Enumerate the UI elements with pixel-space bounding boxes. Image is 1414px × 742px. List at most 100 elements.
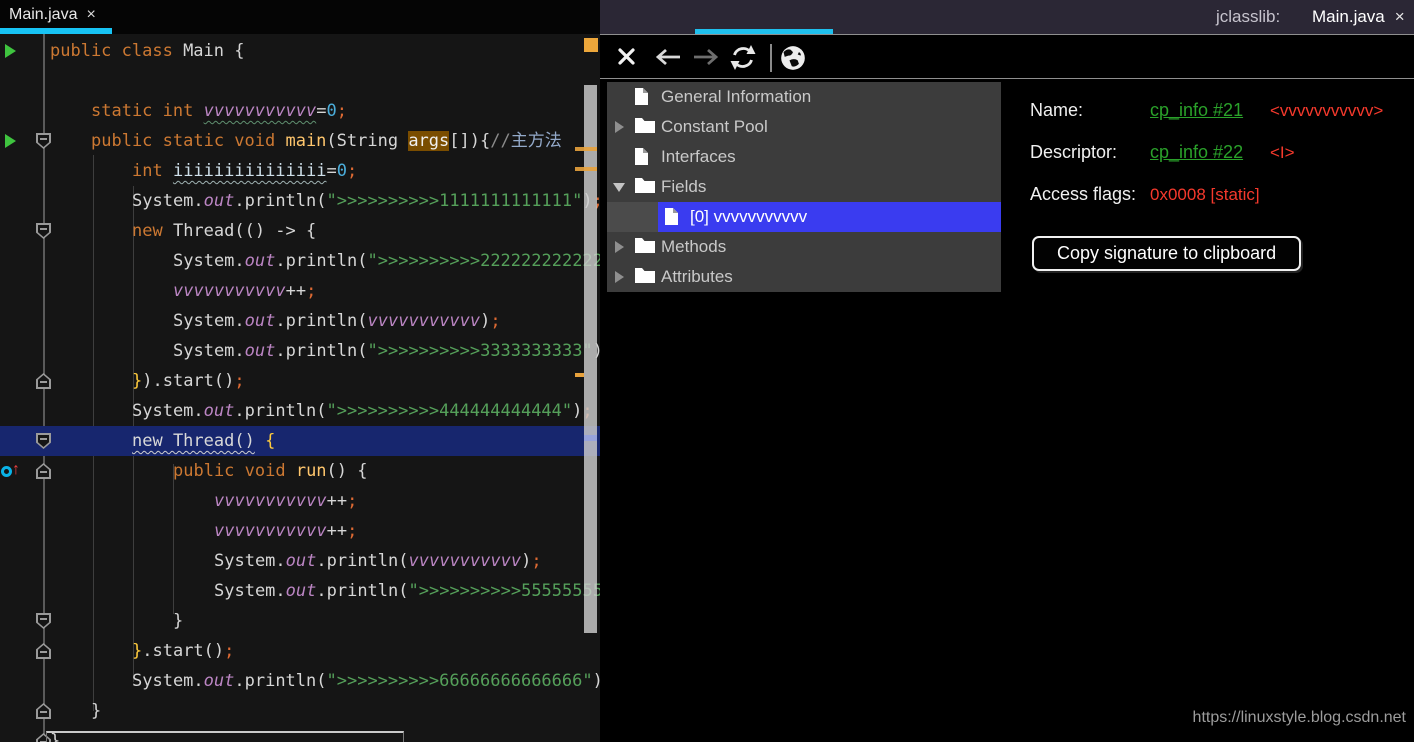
- tab-close-icon[interactable]: ×: [86, 6, 95, 23]
- copy-signature-button[interactable]: Copy signature to clipboard: [1032, 236, 1302, 271]
- code-token: }: [132, 371, 143, 391]
- tab-close-icon[interactable]: ×: [1395, 7, 1405, 26]
- globe-icon[interactable]: [780, 45, 806, 76]
- close-icon[interactable]: [617, 47, 636, 71]
- code-token: vvvvvvvvvvv: [367, 311, 481, 331]
- tree-item-methods[interactable]: Methods: [607, 232, 1001, 262]
- code-line[interactable]: public static void main(String args[]){/…: [91, 126, 562, 156]
- run-gutter-icon[interactable]: [5, 44, 16, 58]
- code-token: () {: [326, 461, 368, 481]
- code-line[interactable]: new Thread() {: [132, 426, 275, 456]
- constant-pool-link-descriptor[interactable]: cp_info #22: [1150, 142, 1243, 163]
- code-editing-area[interactable]: public class Main { static int vvvvvvvvvv…: [0, 34, 600, 742]
- code-token: ): [480, 311, 491, 331]
- tab-title: Main.java: [9, 6, 78, 23]
- jclasslib-tab-main-java[interactable]: Main.java ×: [1312, 7, 1405, 27]
- run-gutter-icon[interactable]: [5, 134, 16, 148]
- tree-row-gutter: [607, 202, 658, 232]
- code-line[interactable]: new Thread(() -> {: [132, 216, 316, 246]
- code-line[interactable]: }: [91, 696, 101, 726]
- access-flags-value: 0x0008 [static]: [1150, 185, 1260, 204]
- constant-pool-link-name[interactable]: cp_info #21: [1150, 100, 1243, 121]
- code-line[interactable]: System.out.println(">>>>>>>>>>6666666666…: [132, 666, 600, 696]
- code-line[interactable]: }).start();: [132, 366, 245, 396]
- tree-item-constant-pool[interactable]: Constant Pool: [607, 112, 1001, 142]
- code-token: out: [244, 251, 276, 271]
- refresh-icon[interactable]: [729, 44, 757, 76]
- forward-arrow-icon[interactable]: [691, 47, 723, 72]
- code-line[interactable]: vvvvvvvvvvv++;: [173, 276, 316, 306]
- code-token: }: [132, 641, 143, 661]
- error-stripe-mark[interactable]: [575, 167, 597, 171]
- code-token: vvvvvvvvvvv: [408, 551, 522, 571]
- code-line[interactable]: System.out.println(">>>>>>>>>>3333333333…: [173, 336, 600, 366]
- code-token: ;: [490, 311, 501, 331]
- code-token: .println(: [234, 191, 327, 211]
- tree-item-general-information[interactable]: General Information: [607, 82, 1001, 112]
- fold-open-gutter-icon[interactable]: [36, 613, 51, 629]
- code-token: vvvvvvvvvvv: [173, 281, 286, 301]
- override-marker-icon[interactable]: [1, 466, 12, 477]
- fold-open-gutter-icon[interactable]: [36, 133, 51, 149]
- code-token: out: [203, 191, 235, 211]
- chevron-right-icon[interactable]: [615, 271, 624, 283]
- caret-position-mark: [584, 435, 597, 441]
- fold-close-gutter-icon[interactable]: [36, 703, 51, 719]
- chevron-right-icon[interactable]: [615, 241, 624, 253]
- code-token: .println(: [234, 401, 327, 421]
- tree-item-label: Fields: [661, 177, 707, 196]
- tree-item-interfaces[interactable]: Interfaces: [607, 142, 1001, 172]
- code-token: ;: [347, 491, 358, 511]
- code-token: Thread(() -> {: [172, 221, 317, 241]
- code-line[interactable]: int iiiiiiiiiiiiiii=0;: [132, 156, 357, 186]
- code-token: 0: [336, 161, 347, 181]
- fold-open-gutter-icon[interactable]: [36, 433, 51, 449]
- fold-close-gutter-icon[interactable]: [36, 643, 51, 659]
- fold-open-gutter-icon[interactable]: [36, 223, 51, 239]
- code-token: ;: [306, 281, 317, 301]
- code-token: vvvvvvvvvvv: [214, 521, 327, 541]
- error-stripe-mark[interactable]: [575, 373, 584, 377]
- code-token: ;: [346, 161, 358, 181]
- tree-item-attributes[interactable]: Attributes: [607, 262, 1001, 292]
- code-line[interactable]: static int vvvvvvvvvvv=0;: [91, 96, 347, 126]
- code-line[interactable]: vvvvvvvvvvv++;: [214, 516, 357, 546]
- code-line[interactable]: System.out.println(">>>>>>>>>>5555555555…: [214, 576, 600, 606]
- code-token: ): [572, 401, 583, 421]
- code-token: out: [203, 671, 235, 691]
- code-token: out: [244, 311, 276, 331]
- code-line[interactable]: vvvvvvvvvvv++;: [214, 486, 357, 516]
- fold-close-gutter-icon[interactable]: [36, 373, 51, 389]
- code-line[interactable]: System.out.println(">>>>>>>>>>1111111111…: [132, 186, 600, 216]
- code-editor-pane: Main.java × public class Main { static int…: [0, 0, 600, 742]
- code-token: ">>>>>>>>>>444444444444": [326, 401, 573, 421]
- code-token: new Thread(): [132, 431, 255, 451]
- chevron-right-icon[interactable]: [615, 121, 624, 133]
- code-line[interactable]: public void run() {: [173, 456, 368, 486]
- error-stripe-mark[interactable]: [575, 147, 597, 151]
- chevron-down-icon[interactable]: [613, 183, 625, 192]
- code-line[interactable]: System.out.println(">>>>>>>>>>4444444444…: [132, 396, 593, 426]
- code-line[interactable]: System.out.println(vvvvvvvvvvv);: [214, 546, 542, 576]
- tree-item-fields[interactable]: Fields: [607, 172, 1001, 202]
- tree-item-0-vvvvvvvvvvv[interactable]: [0] vvvvvvvvvvv: [607, 202, 1001, 232]
- code-token: .println(: [275, 341, 368, 361]
- tree-item-label: Attributes: [661, 267, 733, 286]
- code-token: args: [408, 131, 450, 151]
- code-line[interactable]: System.out.println(">>>>>>>>>>2222222222…: [173, 246, 600, 276]
- code-token: public static void: [91, 131, 286, 151]
- code-line[interactable]: }: [173, 606, 183, 636]
- code-line[interactable]: System.out.println(vvvvvvvvvvv);: [173, 306, 501, 336]
- code-token: main: [285, 131, 327, 151]
- code-token: }: [91, 701, 102, 721]
- folder-icon: [634, 237, 656, 259]
- code-token: 0: [326, 101, 337, 121]
- tree-item-label: Methods: [661, 237, 727, 256]
- back-arrow-icon[interactable]: [651, 47, 683, 72]
- code-line[interactable]: public class Main {: [50, 36, 244, 66]
- folder-icon: [634, 177, 656, 199]
- fold-close-gutter-icon[interactable]: [36, 463, 51, 479]
- field-name-value: <vvvvvvvvvvv>: [1270, 101, 1384, 120]
- code-line[interactable]: }.start();: [132, 636, 234, 666]
- tree-item-label: Interfaces: [661, 147, 736, 166]
